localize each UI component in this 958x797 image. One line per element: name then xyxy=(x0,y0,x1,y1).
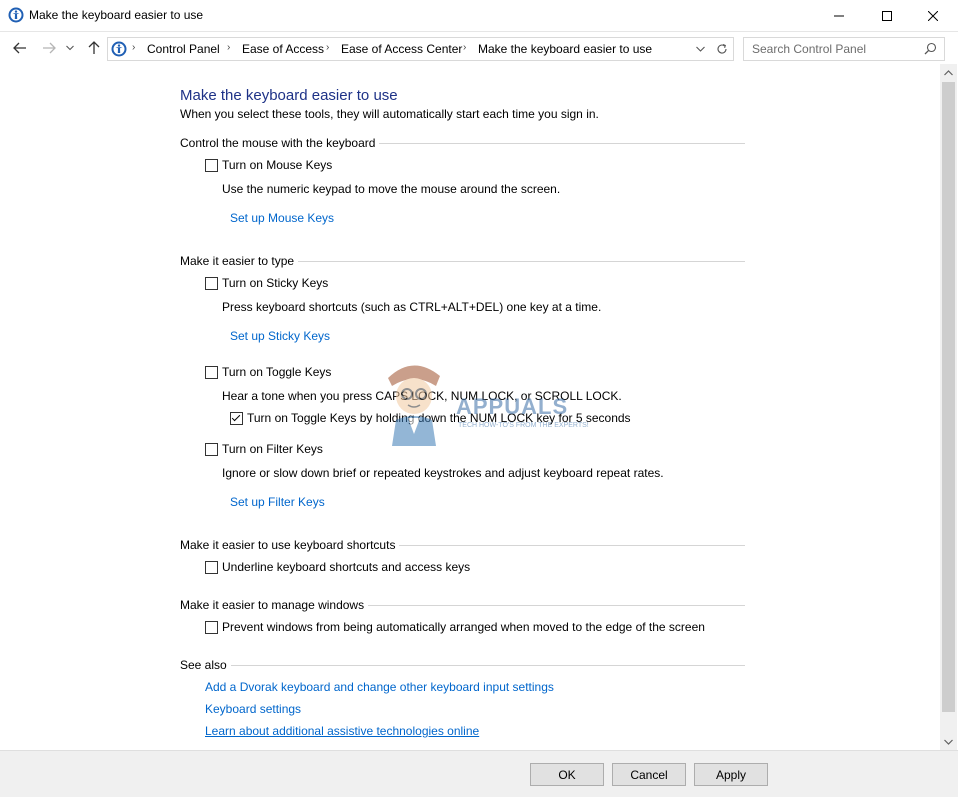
minimize-button[interactable] xyxy=(816,0,862,31)
refresh-button[interactable] xyxy=(711,37,734,61)
set-up-filter-keys-link[interactable]: Set up Filter Keys xyxy=(230,495,325,509)
close-button[interactable] xyxy=(910,0,956,31)
section-title-windows: Make it easier to manage windows xyxy=(180,598,369,612)
prevent-arrange-label[interactable]: Prevent windows from being automatically… xyxy=(222,620,705,634)
dialog-button-bar xyxy=(0,750,958,797)
search-input[interactable] xyxy=(752,41,912,57)
prevent-arrange-checkbox[interactable] xyxy=(205,621,218,634)
set-up-mouse-keys-link[interactable]: Set up Mouse Keys xyxy=(230,211,334,225)
breadcrumb-separator-icon: › xyxy=(132,42,136,53)
scroll-up-arrow-icon[interactable] xyxy=(944,70,953,76)
set-up-sticky-keys-link[interactable]: Set up Sticky Keys xyxy=(230,329,330,343)
ease-of-access-icon xyxy=(111,41,127,57)
chevron-down-icon xyxy=(66,45,74,51)
close-icon xyxy=(928,10,938,21)
refresh-icon xyxy=(717,43,727,54)
filter-keys-description: Ignore or slow down brief or repeated ke… xyxy=(222,466,664,480)
mouse-keys-description: Use the numeric keypad to move the mouse… xyxy=(222,182,561,196)
forward-button[interactable] xyxy=(38,36,60,60)
chevron-down-icon xyxy=(695,46,705,52)
up-arrow-icon xyxy=(88,41,100,54)
mouse-keys-label[interactable]: Turn on Mouse Keys xyxy=(222,158,332,172)
recent-locations-button[interactable] xyxy=(62,36,78,60)
back-arrow-icon xyxy=(13,42,26,54)
breadcrumb-control-panel[interactable]: Control Panel xyxy=(147,42,220,56)
forward-arrow-icon xyxy=(43,42,56,54)
underline-shortcuts-label[interactable]: Underline keyboard shortcuts and access … xyxy=(222,560,470,574)
scroll-down-arrow-icon[interactable] xyxy=(944,739,953,745)
breadcrumb-current-page[interactable]: Make the keyboard easier to use xyxy=(478,42,652,56)
filter-keys-label[interactable]: Turn on Filter Keys xyxy=(222,442,323,456)
watermark-brand: APPUALS xyxy=(456,394,569,419)
dvorak-keyboard-link[interactable]: Add a Dvorak keyboard and change other k… xyxy=(205,680,554,694)
toggle-keys-label[interactable]: Turn on Toggle Keys xyxy=(222,365,331,379)
section-divider xyxy=(180,665,745,666)
watermark: APPUALS TECH HOW-TO'S FROM THE EXPERTS! xyxy=(378,356,589,446)
page-title: Make the keyboard easier to use xyxy=(180,87,398,104)
section-title-see-also: See also xyxy=(180,658,231,672)
section-title-mouse: Control the mouse with the keyboard xyxy=(180,136,380,150)
scrollbar-thumb[interactable] xyxy=(942,82,955,712)
window-title: Make the keyboard easier to use xyxy=(29,8,204,22)
watermark-tagline: TECH HOW-TO'S FROM THE EXPERTS! xyxy=(458,422,589,429)
search-icon[interactable] xyxy=(924,42,937,55)
apply-button[interactable]: Apply xyxy=(694,763,768,786)
minimize-icon xyxy=(834,15,844,16)
mouse-keys-checkbox[interactable] xyxy=(205,159,218,172)
appuals-mascot-logo xyxy=(388,365,440,446)
address-dropdown-button[interactable] xyxy=(692,41,708,57)
breadcrumb-ease-of-access-center[interactable]: Ease of Access Center xyxy=(341,42,462,56)
search-box[interactable] xyxy=(743,37,945,61)
section-title-typing: Make it easier to type xyxy=(180,254,299,268)
ok-button[interactable]: OK xyxy=(530,763,604,786)
back-button[interactable] xyxy=(9,36,31,60)
sticky-keys-description: Press keyboard shortcuts (such as CTRL+A… xyxy=(222,300,602,314)
breadcrumb-separator-icon[interactable]: › xyxy=(227,42,230,53)
up-button[interactable] xyxy=(83,36,105,60)
maximize-button[interactable] xyxy=(864,0,910,31)
breadcrumb-separator-icon[interactable]: › xyxy=(326,42,329,53)
keyboard-settings-link[interactable]: Keyboard settings xyxy=(205,702,301,716)
toggle-keys-hold-checkbox[interactable] xyxy=(230,412,243,425)
cancel-button[interactable]: Cancel xyxy=(612,763,686,786)
sticky-keys-checkbox[interactable] xyxy=(205,277,218,290)
maximize-icon xyxy=(882,10,892,21)
filter-keys-checkbox[interactable] xyxy=(205,443,218,456)
underline-shortcuts-checkbox[interactable] xyxy=(205,561,218,574)
title-bar: Make the keyboard easier to use xyxy=(0,0,958,32)
ease-of-access-icon xyxy=(8,7,24,23)
section-title-shortcuts: Make it easier to use keyboard shortcuts xyxy=(180,538,400,552)
assistive-technologies-link[interactable]: Learn about additional assistive technol… xyxy=(205,724,479,738)
breadcrumb-ease-of-access[interactable]: Ease of Access xyxy=(242,42,324,56)
toggle-keys-checkbox[interactable] xyxy=(205,366,218,379)
address-bar[interactable]: › Control Panel › Ease of Access › Ease … xyxy=(107,37,713,61)
page-subtitle: When you select these tools, they will a… xyxy=(180,107,599,121)
breadcrumb-separator-icon[interactable]: › xyxy=(463,42,466,53)
sticky-keys-label[interactable]: Turn on Sticky Keys xyxy=(222,276,328,290)
